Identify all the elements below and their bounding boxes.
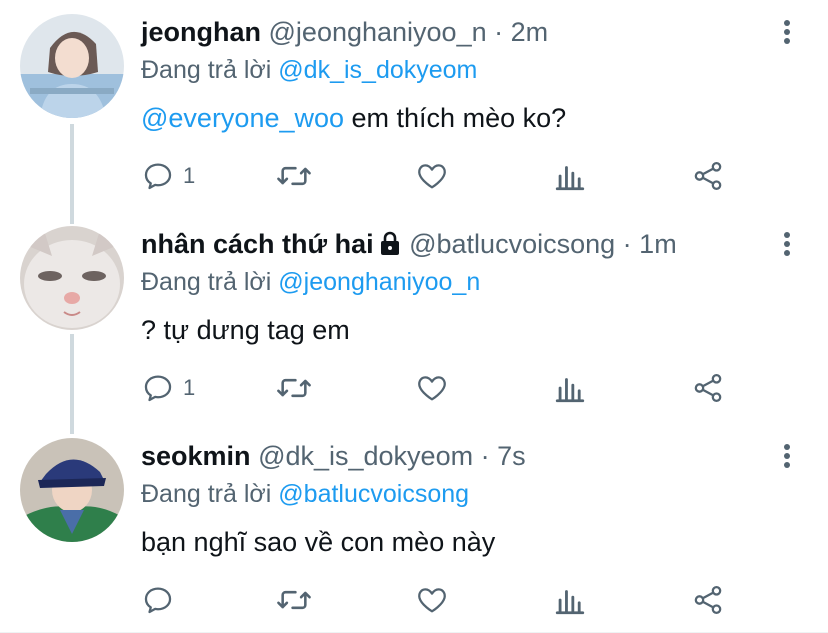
- body-mention[interactable]: @everyone_woo: [141, 103, 344, 133]
- tweet-text: @everyone_woo em thích mèo ko?: [141, 94, 828, 142]
- retweet-icon: [277, 166, 311, 186]
- timestamp[interactable]: 7s: [497, 441, 526, 471]
- reply-button[interactable]: 1: [141, 368, 195, 408]
- author-handle[interactable]: @dk_is_dokyeom: [258, 441, 473, 471]
- reply-count: 1: [183, 163, 196, 188]
- timestamp[interactable]: 1m: [639, 229, 677, 259]
- retweet-icon: [277, 590, 311, 610]
- replying-label: Đang trả lời: [141, 268, 272, 296]
- action-bar: 1: [141, 156, 828, 196]
- retweet-icon: [277, 378, 311, 398]
- replying-to: Đang trả lời @dk_is_dokyeom: [141, 52, 828, 88]
- replying-label: Đang trả lời: [141, 480, 272, 508]
- more-icon[interactable]: [784, 232, 794, 259]
- share-button[interactable]: [691, 368, 725, 408]
- tweet-text: bạn nghĩ sao về con mèo này: [141, 518, 828, 566]
- reply-button[interactable]: 1: [141, 156, 195, 196]
- replying-to: Đang trả lời @batlucvoicsong: [141, 476, 828, 512]
- share-icon: [694, 373, 722, 403]
- more-icon[interactable]: [784, 20, 794, 47]
- more-icon[interactable]: [784, 444, 794, 471]
- share-icon: [694, 161, 722, 191]
- analytics-button[interactable]: [555, 156, 585, 196]
- retweet-button[interactable]: [275, 580, 313, 620]
- separator-dot: ·: [494, 17, 504, 47]
- reply-icon: [144, 375, 172, 402]
- like-button[interactable]: [415, 368, 449, 408]
- avatar-cat[interactable]: [20, 226, 124, 330]
- avatar-jeonghan[interactable]: [20, 14, 124, 118]
- retweet-button[interactable]: [275, 368, 313, 408]
- separator-dot: ·: [480, 441, 490, 471]
- share-icon: [694, 585, 722, 615]
- body-text: em thích mèo ko?: [344, 103, 567, 133]
- action-bar: 1: [141, 368, 828, 408]
- retweet-button[interactable]: [275, 156, 313, 196]
- lock-icon: [380, 231, 399, 255]
- replying-label: Đang trả lời: [141, 56, 272, 84]
- like-button[interactable]: [415, 580, 449, 620]
- reply-icon: [144, 587, 172, 614]
- replying-mention[interactable]: @batlucvoicsong: [278, 480, 469, 508]
- body-text: bạn nghĩ sao về con mèo này: [141, 527, 496, 557]
- analytics-icon: [555, 166, 585, 191]
- share-button[interactable]: [691, 156, 725, 196]
- like-button[interactable]: [415, 156, 449, 196]
- reply-icon: [144, 163, 172, 190]
- tweet-3[interactable]: seokmin @dk_is_dokyeom · 7s Đang trả lời…: [0, 424, 828, 633]
- tweet-text: ? tự dưng tag em: [141, 306, 828, 354]
- replying-mention[interactable]: @dk_is_dokyeom: [278, 56, 477, 84]
- analytics-button[interactable]: [555, 368, 585, 408]
- separator-dot: ·: [622, 229, 632, 259]
- avatar-seokmin[interactable]: [20, 438, 124, 542]
- like-icon: [418, 376, 446, 401]
- action-bar: [141, 580, 828, 620]
- author-name[interactable]: jeonghan: [141, 17, 261, 47]
- author-handle[interactable]: @jeonghaniyoo_n: [269, 17, 487, 47]
- replying-mention[interactable]: @jeonghaniyoo_n: [278, 268, 480, 296]
- tweet-2[interactable]: nhân cách thứ hai @batlucvoicsong · 1m Đ…: [0, 212, 828, 424]
- like-icon: [418, 588, 446, 613]
- author-name[interactable]: nhân cách thứ hai: [141, 229, 374, 259]
- replying-to: Đang trả lời @jeonghaniyoo_n: [141, 264, 828, 300]
- timestamp[interactable]: 2m: [511, 17, 549, 47]
- reply-button[interactable]: [141, 580, 183, 620]
- share-button[interactable]: [691, 580, 725, 620]
- tweet-1[interactable]: jeonghan @jeonghaniyoo_n · 2m Đang trả l…: [0, 0, 828, 212]
- analytics-icon: [555, 590, 585, 615]
- analytics-icon: [555, 378, 585, 403]
- analytics-button[interactable]: [555, 580, 585, 620]
- like-icon: [418, 164, 446, 189]
- body-text: ? tự dưng tag em: [141, 315, 350, 345]
- reply-count: 1: [183, 375, 196, 400]
- author-name[interactable]: seokmin: [141, 441, 251, 471]
- author-handle[interactable]: @batlucvoicsong: [409, 229, 615, 259]
